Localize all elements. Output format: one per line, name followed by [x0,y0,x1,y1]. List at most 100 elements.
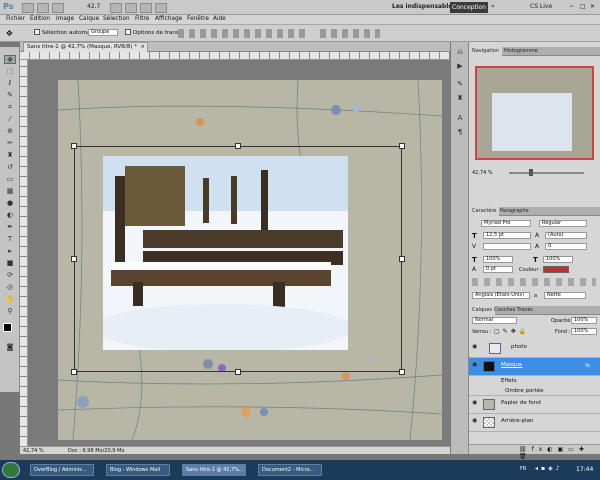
layer-background[interactable]: ◉ Arrière-plan [469,414,600,432]
clone-stamp-tool[interactable]: ♜ [4,151,16,160]
navigator-preview[interactable] [475,66,594,160]
menu-help[interactable]: Aide [213,16,226,22]
opacity-field[interactable]: 100% [571,317,597,324]
transform-handle-bottom[interactable] [235,369,241,375]
minibridge-button[interactable] [37,3,49,13]
zoom-tool-button[interactable] [125,3,137,13]
path-selection-tool[interactable]: ▸ [4,247,16,256]
transform-handle-top-right[interactable] [399,143,405,149]
crop-tool[interactable]: ⌗ [4,103,16,112]
close-document-icon[interactable]: × [140,44,145,50]
text-color-swatch[interactable] [543,266,569,273]
font-size-field[interactable]: 12,5 pt [483,232,531,239]
transform-handle-top-left[interactable] [71,143,77,149]
language-dropdown[interactable]: Anglais (Etats-Unis) [472,292,530,299]
bridge-button[interactable] [22,3,34,13]
navigator-view-box[interactable] [476,67,593,159]
auto-select-dropdown[interactable]: Groupe [88,29,118,36]
vertical-scale-field[interactable]: 100% [483,256,513,263]
tab-paragraph[interactable]: Paragraphe [497,207,532,216]
baseline-shift-field[interactable]: 0 pt [483,266,513,273]
layer-effects-row[interactable]: Effets [469,376,600,386]
more-workspaces-icon[interactable]: » [491,3,495,10]
transform-handle-right[interactable] [399,256,405,262]
fill-field[interactable]: 100% [571,328,597,335]
eraser-tool[interactable]: ▭ [4,175,16,184]
brush-tool[interactable]: ✏ [4,139,16,148]
taskbar-item-overblog[interactable]: OverBlog / Adminis... [30,464,94,476]
close-icon[interactable]: ✕ [590,3,595,10]
horizontal-scale-field[interactable]: 100% [543,256,573,263]
healing-brush-tool[interactable]: ⊕ [4,127,16,136]
menu-layer[interactable]: Calque [79,16,99,22]
type-tool[interactable]: T [4,235,16,244]
align-buttons-group[interactable] [178,29,308,38]
zoom-level[interactable]: 42,7 [87,3,100,10]
layer-effects-icon[interactable]: fx [585,363,590,369]
tab-histogram[interactable]: Histogramme [501,47,541,56]
transform-bounding-box[interactable] [74,146,402,372]
arrange-documents-button[interactable] [140,3,152,13]
screen-mode-button[interactable] [155,3,167,13]
document-tab[interactable]: Sans titre-1 @ 42,7% (Masque, RVB/8) * × [23,42,148,52]
navigator-zoom-slider[interactable] [509,172,584,174]
history-brush-tool[interactable]: ↺ [4,163,16,172]
transform-handle-bottom-right[interactable] [399,369,405,375]
tab-character[interactable]: Caractère [469,207,500,216]
visibility-eye-icon[interactable]: ◉ [472,344,478,350]
quick-selection-tool[interactable]: ✎ [4,91,16,100]
kerning-field[interactable] [483,243,531,250]
character-panel-icon[interactable]: A [454,114,466,123]
font-family-dropdown[interactable]: Myriad Pro [481,220,531,227]
move-tool[interactable]: ✥ [4,55,16,64]
hand-tool[interactable]: ✋ [4,295,16,304]
menu-view[interactable]: Affichage [155,16,182,22]
blend-mode-dropdown[interactable]: Normal [472,317,517,324]
3d-rotate-tool[interactable]: ⟳ [4,271,16,280]
visibility-eye-icon[interactable]: ◉ [472,362,478,368]
paragraph-panel-icon[interactable]: ¶ [454,128,466,137]
menu-window[interactable]: Fenêtre [187,16,209,22]
layer-paper-background[interactable]: ◉ Papier de fond [469,396,600,414]
shape-tool[interactable]: ■ [4,259,16,268]
leading-field[interactable]: (Auto) [545,232,587,239]
minimize-icon[interactable]: – [570,3,573,10]
zoom-tool[interactable]: ⚲ [4,307,16,316]
taskbar-item-windows-mail[interactable]: Blog - Windows Mail [106,464,170,476]
drop-shadow-effect[interactable]: Ombre portée [469,386,600,396]
visibility-eye-icon[interactable]: ◉ [472,418,478,424]
layer-photo[interactable]: ◉ photo [469,340,600,358]
taskbar-item-photoshop[interactable]: Sans titre-1 @ 42,7%... [182,464,246,476]
menu-file[interactable]: Fichier [6,16,25,22]
menu-edit[interactable]: Edition [30,16,50,22]
taskbar-item-word[interactable]: Document2 - Micro... [258,464,322,476]
lasso-tool[interactable]: ℓ [4,79,16,88]
extras-button[interactable] [52,3,64,13]
antialias-dropdown[interactable]: Nette [544,292,586,299]
tray-icons[interactable]: ◂▪◈♪ [535,465,563,472]
distribute-buttons-group[interactable] [320,29,380,38]
tracking-field[interactable]: 0 [545,243,587,250]
navigator-zoom[interactable]: 42,74 % [472,170,493,176]
history-panel-icon[interactable]: ⎌ [454,48,466,57]
workspace-essentials[interactable]: Les indispensables [392,3,456,10]
actions-panel-icon[interactable]: ▶ [454,62,466,71]
pen-tool[interactable]: ✒ [4,223,16,232]
move-tool-icon[interactable]: ✥ [6,29,13,38]
transform-controls-checkbox[interactable] [125,29,131,35]
maximize-icon[interactable]: □ [580,3,586,10]
status-zoom[interactable]: 42,74 % [23,448,44,454]
layer-action-icons[interactable]: ⛓fx◐▣▭✚🗑 [519,446,600,460]
menu-image[interactable]: Image [56,16,74,22]
clock[interactable]: 17:44 [576,466,593,473]
layer-mask[interactable]: ◉ Masque fx [469,358,600,376]
3d-orbit-tool[interactable]: ◎ [4,283,16,292]
transform-handle-top[interactable] [235,143,241,149]
menu-select[interactable]: Sélection [103,16,130,22]
dodge-tool[interactable]: ◐ [4,211,16,220]
language-indicator[interactable]: FR [520,466,526,472]
text-style-buttons[interactable] [472,278,596,286]
transform-handle-bottom-left[interactable] [71,369,77,375]
brush-panel-icon[interactable]: ✎ [454,80,466,89]
workspace-design-button[interactable]: Conception [450,2,488,13]
